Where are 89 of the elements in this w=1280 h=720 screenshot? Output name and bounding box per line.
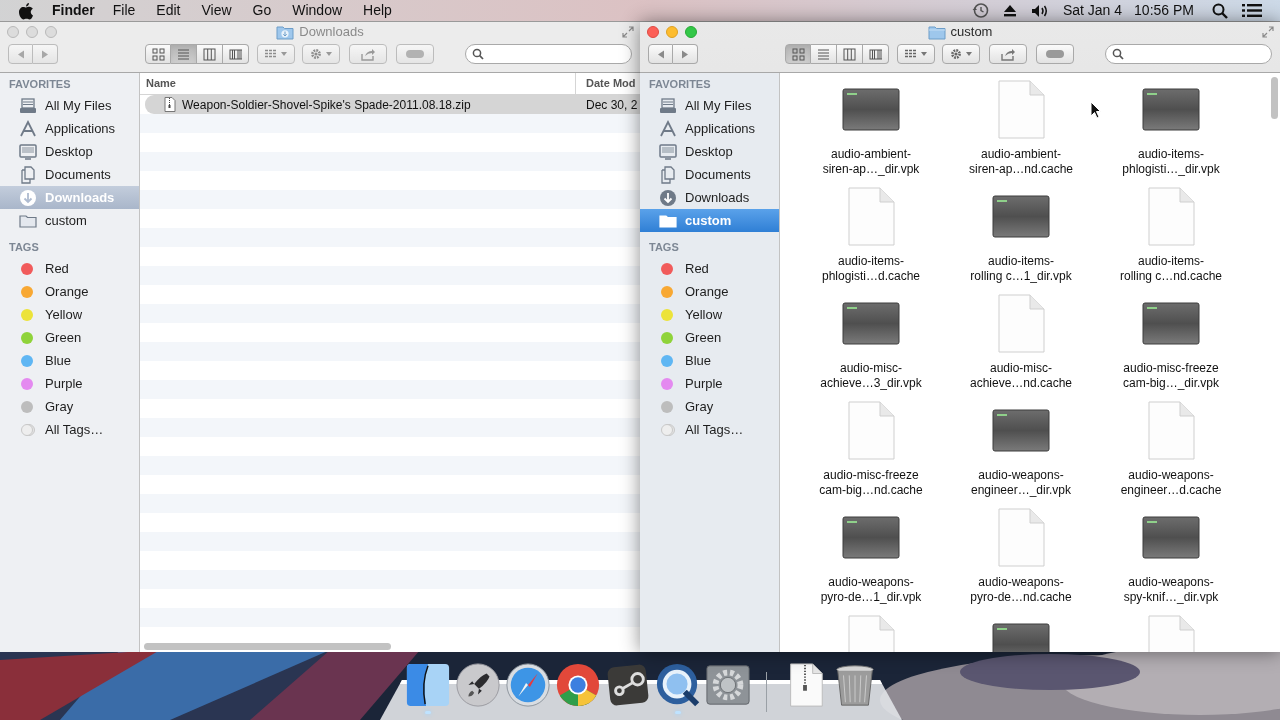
file-date: Dec 30, 2 xyxy=(585,96,638,114)
sidebar-label: custom xyxy=(45,211,87,230)
menubar-clock[interactable]: 10:56 PM xyxy=(1134,0,1194,21)
file-name: audio-items- phlogisti…_dir.vpk xyxy=(1121,147,1221,177)
sidebar-label: Gray xyxy=(45,397,74,416)
menu-item[interactable]: Edit xyxy=(156,0,181,21)
sidebar-label: Yellow xyxy=(45,305,83,324)
sidebar-item[interactable]: Gray xyxy=(640,395,779,418)
menu-item[interactable]: File xyxy=(112,0,136,21)
sidebar-label: Purple xyxy=(45,374,83,393)
file-name: audio-misc- achieve…3_dir.vpk xyxy=(819,361,923,391)
file-name: Weapon-Soldier-Shovel-Spike's Spade-2011.08.18.zip xyxy=(182,96,471,114)
menu-item[interactable]: View xyxy=(201,0,232,21)
sidebar-item[interactable]: Downloads xyxy=(640,186,779,209)
app-menu[interactable]: Finder xyxy=(52,0,95,21)
sidebar-label: All Tags… xyxy=(685,420,744,439)
sidebar-label: Orange xyxy=(45,282,89,301)
file-name: audio-weapons- pyro-de…nd.cache xyxy=(969,575,1073,605)
file-name: audio-misc- achieve…nd.cache xyxy=(968,361,1074,391)
sidebar-label: All My Files xyxy=(685,96,752,115)
column-header[interactable]: Name xyxy=(140,73,576,94)
menu-item[interactable]: Window xyxy=(292,0,343,21)
sidebar-label: All My Files xyxy=(45,96,112,115)
sidebar-item[interactable]: Green xyxy=(640,326,779,349)
sidebar-label: Blue xyxy=(685,351,712,370)
sidebar-item[interactable]: Applications xyxy=(640,117,779,140)
sidebar-item[interactable]: custom xyxy=(0,209,139,232)
sidebar-label: Orange xyxy=(685,282,729,301)
sidebar-item[interactable]: Purple xyxy=(0,372,139,395)
file-row[interactable]: Weapon-Soldier-Shovel-Spike's Spade-2011.08.18.zip Dec 30, 2 xyxy=(145,95,640,114)
sidebar-item[interactable]: Orange xyxy=(640,280,779,303)
sidebar-label: Documents xyxy=(45,165,111,184)
file-name: audio-items- rolling c…nd.cache xyxy=(1118,254,1224,284)
sidebar-item[interactable]: Green xyxy=(0,326,139,349)
sidebar-heading: FAVORITES xyxy=(8,77,72,92)
sidebar-item[interactable]: Orange xyxy=(0,280,139,303)
menubar-date[interactable]: Sat Jan 4 xyxy=(1062,0,1123,21)
sidebar-item[interactable]: Desktop xyxy=(640,140,779,163)
file-name: audio-items- rolling c…1_dir.vpk xyxy=(969,254,1073,284)
sidebar-label: Desktop xyxy=(685,142,733,161)
file-name: audio-misc-freeze cam-big…_dir.vpk xyxy=(1121,361,1220,391)
sidebar-label: Desktop xyxy=(45,142,93,161)
sidebar-label: Downloads xyxy=(45,188,115,207)
window-title: custom xyxy=(950,23,993,42)
file-name: audio-ambient- siren-ap…_dir.vpk xyxy=(821,147,921,177)
sidebar-label: Yellow xyxy=(685,305,723,324)
menu-item[interactable]: Go xyxy=(252,0,272,21)
sidebar-item[interactable]: All My Files xyxy=(640,94,779,117)
sidebar-label: Green xyxy=(685,328,722,347)
menu-item[interactable]: Help xyxy=(363,0,392,21)
file-name: audio-ambient- siren-ap…nd.cache xyxy=(967,147,1075,177)
sidebar-label: Blue xyxy=(45,351,72,370)
sidebar-label: Applications xyxy=(685,119,756,138)
file-name: audio-weapons- pyro-de…1_dir.vpk xyxy=(819,575,923,605)
sidebar-item[interactable]: All Tags… xyxy=(640,418,779,441)
sidebar-label: Purple xyxy=(685,374,723,393)
file-name: audio-weapons- engineer…d.cache xyxy=(1119,468,1223,498)
sidebar-item[interactable]: Purple xyxy=(640,372,779,395)
sidebar-item[interactable]: All My Files xyxy=(0,94,139,117)
sidebar-heading: TAGS xyxy=(648,240,680,255)
sidebar-item[interactable]: Red xyxy=(640,257,779,280)
sidebar-item[interactable]: All Tags… xyxy=(0,418,139,441)
sidebar-label: Documents xyxy=(685,165,751,184)
file-name: audio-misc-freeze cam-big…nd.cache xyxy=(818,468,924,498)
sidebar-label: Applications xyxy=(45,119,116,138)
sidebar-item[interactable]: Applications xyxy=(0,117,139,140)
file-name: audio-weapons- engineer…_dir.vpk xyxy=(969,468,1073,498)
sidebar-item[interactable]: Yellow xyxy=(0,303,139,326)
sidebar-item[interactable]: Documents xyxy=(0,163,139,186)
window-title: Downloads xyxy=(299,23,364,42)
sidebar-item[interactable]: Gray xyxy=(0,395,139,418)
sidebar-label: Gray xyxy=(685,397,714,416)
sidebar-heading: FAVORITES xyxy=(648,77,712,92)
sidebar-label: custom xyxy=(685,211,732,230)
sidebar-label: Green xyxy=(45,328,82,347)
sidebar-label: All Tags… xyxy=(45,420,104,439)
sidebar-item[interactable]: Desktop xyxy=(0,140,139,163)
file-name: audio-items- phlogisti…d.cache xyxy=(820,254,922,284)
sidebar-label: Red xyxy=(685,259,709,278)
sidebar-item[interactable]: Blue xyxy=(0,349,139,372)
file-name: audio-weapons- spy-knif…_dir.vpk xyxy=(1122,575,1220,605)
sidebar-item[interactable]: Documents xyxy=(640,163,779,186)
sidebar-item[interactable]: Red xyxy=(0,257,139,280)
sidebar-label: Red xyxy=(45,259,69,278)
sidebar-heading: TAGS xyxy=(8,240,40,255)
sidebar-item[interactable]: Yellow xyxy=(640,303,779,326)
sidebar-label: Downloads xyxy=(685,188,750,207)
column-header[interactable]: Date Mod xyxy=(576,75,636,92)
sidebar-item[interactable]: Blue xyxy=(640,349,779,372)
